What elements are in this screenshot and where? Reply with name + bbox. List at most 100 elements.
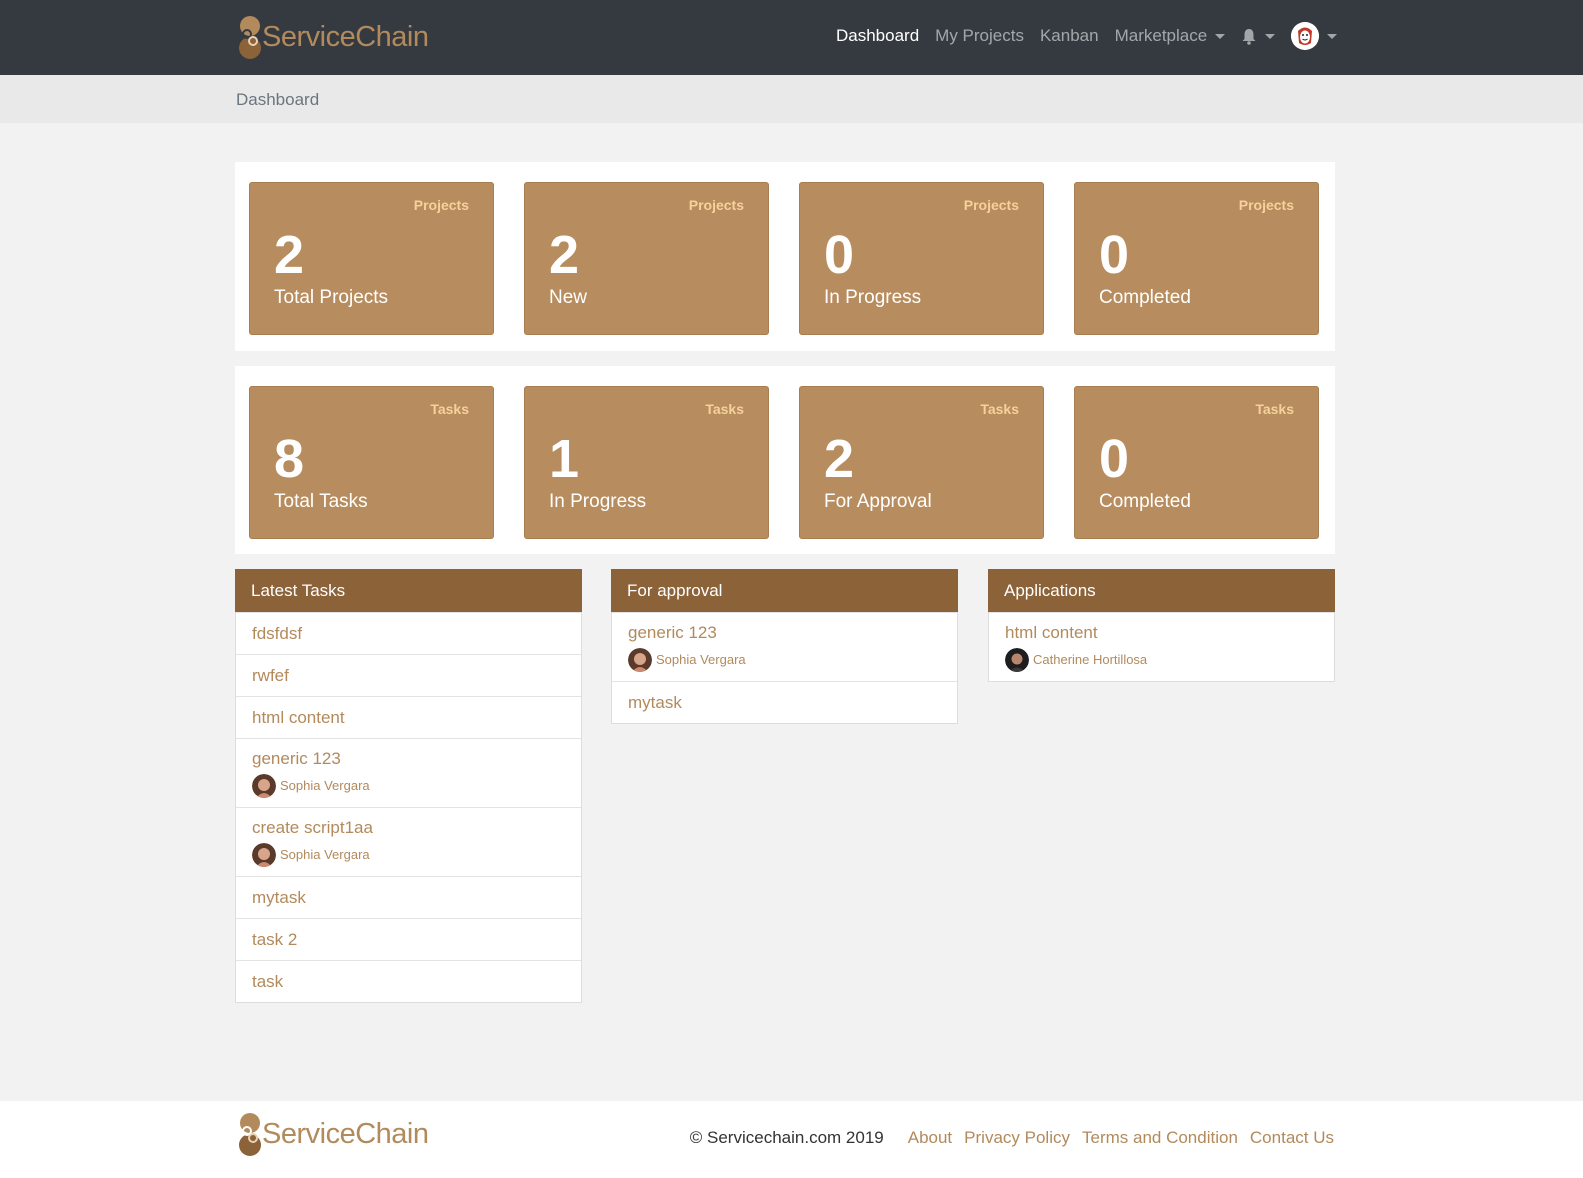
brand-logo-link[interactable]: ServiceChain (236, 13, 429, 61)
servicechain-logo-icon (239, 1113, 261, 1156)
stat-card-label: Total Tasks (274, 491, 368, 512)
chevron-down-icon (1265, 33, 1276, 39)
panel-title: Latest Tasks (235, 569, 582, 612)
stat-card-value: 2 (824, 429, 855, 489)
panel-title: For approval (611, 569, 958, 612)
avatar (1005, 647, 1029, 672)
stat-card-label: Completed (1099, 491, 1191, 512)
applicant-name[interactable]: Catherine Hortillosa (1033, 652, 1147, 667)
page-footer: ServiceChain © Servicechain.com 2019 Abo… (0, 1101, 1583, 1178)
task-link[interactable]: create script1aa (252, 818, 565, 838)
task-link[interactable]: task (252, 972, 565, 992)
stat-card-tag: Tasks (980, 401, 1019, 417)
footer-links: © Servicechain.com 2019 About Privacy Po… (690, 1128, 1334, 1148)
stat-card-value: 0 (824, 225, 855, 285)
stat-card-label: For Approval (824, 491, 932, 512)
assignee-name[interactable]: Sophia Vergara (280, 778, 370, 793)
list-item[interactable]: html content (236, 696, 581, 738)
stat-card-new-projects: Projects 2 New (524, 182, 769, 335)
stat-card-tag: Tasks (430, 401, 469, 417)
task-link[interactable]: html content (1005, 623, 1318, 643)
applicant: Catherine Hortillosa (1005, 647, 1318, 672)
assignee-name[interactable]: Sophia Vergara (280, 847, 370, 862)
task-link[interactable]: mytask (252, 888, 565, 908)
list-item[interactable]: generic 123 Sophia Vergara (236, 738, 581, 807)
bell-icon (1242, 28, 1256, 45)
nav-kanban[interactable]: Kanban (1040, 26, 1099, 46)
stat-card-total-projects: Projects 2 Total Projects (249, 182, 494, 335)
for-approval-panel: For approval generic 123 Sophia Vergara … (611, 569, 958, 724)
footer-link-contact-us[interactable]: Contact Us (1250, 1128, 1334, 1148)
task-link[interactable]: rwfef (252, 666, 565, 686)
stat-card-tag: Projects (413, 197, 469, 213)
list-item[interactable]: mytask (236, 876, 581, 918)
footer-link-terms[interactable]: Terms and Condition (1082, 1128, 1238, 1148)
avatar (1291, 22, 1320, 50)
stat-card-total-tasks: Tasks 8 Total Tasks (249, 386, 494, 539)
avatar (252, 773, 276, 798)
breadcrumb: Dashboard (0, 75, 1583, 123)
task-link[interactable]: html content (252, 708, 565, 728)
stat-card-tag: Tasks (705, 401, 744, 417)
avatar (252, 842, 276, 867)
applications-panel: Applications html content Catherine Hort… (988, 569, 1335, 682)
footer-brand-logo-link[interactable]: ServiceChain (236, 1110, 429, 1158)
footer-link-about[interactable]: About (908, 1128, 952, 1148)
stat-card-value: 8 (274, 429, 305, 489)
nav-marketplace-label: Marketplace (1114, 26, 1208, 45)
user-menu-dropdown[interactable] (1291, 22, 1338, 50)
stat-card-value: 0 (1099, 429, 1130, 489)
chevron-down-icon (1215, 33, 1226, 39)
list-item[interactable]: task 2 (236, 918, 581, 960)
task-link[interactable]: fdsfdsf (252, 624, 565, 644)
stat-card-completed-tasks: Tasks 0 Completed (1074, 386, 1319, 539)
stat-card-value: 0 (1099, 225, 1130, 285)
task-link[interactable]: mytask (628, 693, 941, 713)
assignee: Sophia Vergara (252, 773, 565, 798)
footer-link-privacy-policy[interactable]: Privacy Policy (964, 1128, 1070, 1148)
brand-name: ServiceChain (262, 1117, 429, 1150)
stat-card-label: New (549, 287, 588, 308)
brand-name: ServiceChain (262, 20, 429, 53)
task-stats-group: Tasks 8 Total Tasks Tasks 1 In Progress … (235, 366, 1335, 554)
stat-card-in-progress-projects: Projects 0 In Progress (799, 182, 1044, 335)
list-item[interactable]: create script1aa Sophia Vergara (236, 807, 581, 876)
latest-tasks-panel: Latest Tasks fdsfdsf rwfef html content … (235, 569, 582, 1003)
top-navbar: ServiceChain Dashboard My Projects Kanba… (0, 0, 1583, 75)
stat-card-label: In Progress (549, 491, 647, 512)
stat-card-label: Completed (1099, 287, 1191, 308)
chevron-down-icon (1327, 33, 1338, 39)
list-item[interactable]: fdsfdsf (236, 612, 581, 654)
nav-dashboard[interactable]: Dashboard (836, 26, 919, 46)
list-item[interactable]: rwfef (236, 654, 581, 696)
nav-my-projects[interactable]: My Projects (935, 26, 1024, 46)
copyright-text: © Servicechain.com 2019 (689, 1128, 884, 1147)
list-item[interactable]: mytask (612, 681, 957, 723)
list-item[interactable]: task (236, 960, 581, 1002)
stat-card-label: In Progress (824, 287, 922, 308)
stat-card-value: 2 (274, 225, 305, 285)
servicechain-logo-icon (239, 16, 261, 59)
notifications-dropdown[interactable] (1241, 28, 1276, 45)
task-link[interactable]: generic 123 (628, 623, 941, 643)
assignee: Sophia Vergara (628, 647, 941, 672)
user-avatar-icon (1291, 22, 1320, 50)
stat-card-tag: Tasks (1255, 401, 1294, 417)
project-stats-group: Projects 2 Total Projects Projects 2 New… (235, 162, 1335, 351)
stat-card-for-approval-tasks: Tasks 2 For Approval (799, 386, 1044, 539)
nav-marketplace-dropdown[interactable]: Marketplace (1115, 26, 1226, 46)
task-link[interactable]: task 2 (252, 930, 565, 950)
stat-card-value: 2 (549, 225, 580, 285)
assignee-name[interactable]: Sophia Vergara (656, 652, 746, 667)
stat-card-tag: Projects (1238, 197, 1294, 213)
list-item[interactable]: generic 123 Sophia Vergara (612, 612, 957, 681)
panel-title: Applications (988, 569, 1335, 612)
main-nav: Dashboard My Projects Kanban Marketplace (836, 0, 1353, 72)
task-link[interactable]: generic 123 (252, 749, 565, 769)
list-item[interactable]: html content Catherine Hortillosa (989, 612, 1334, 681)
stat-card-value: 1 (549, 429, 580, 489)
avatar (628, 647, 652, 672)
stat-card-tag: Projects (963, 197, 1019, 213)
stat-card-in-progress-tasks: Tasks 1 In Progress (524, 386, 769, 539)
stat-card-completed-projects: Projects 0 Completed (1074, 182, 1319, 335)
